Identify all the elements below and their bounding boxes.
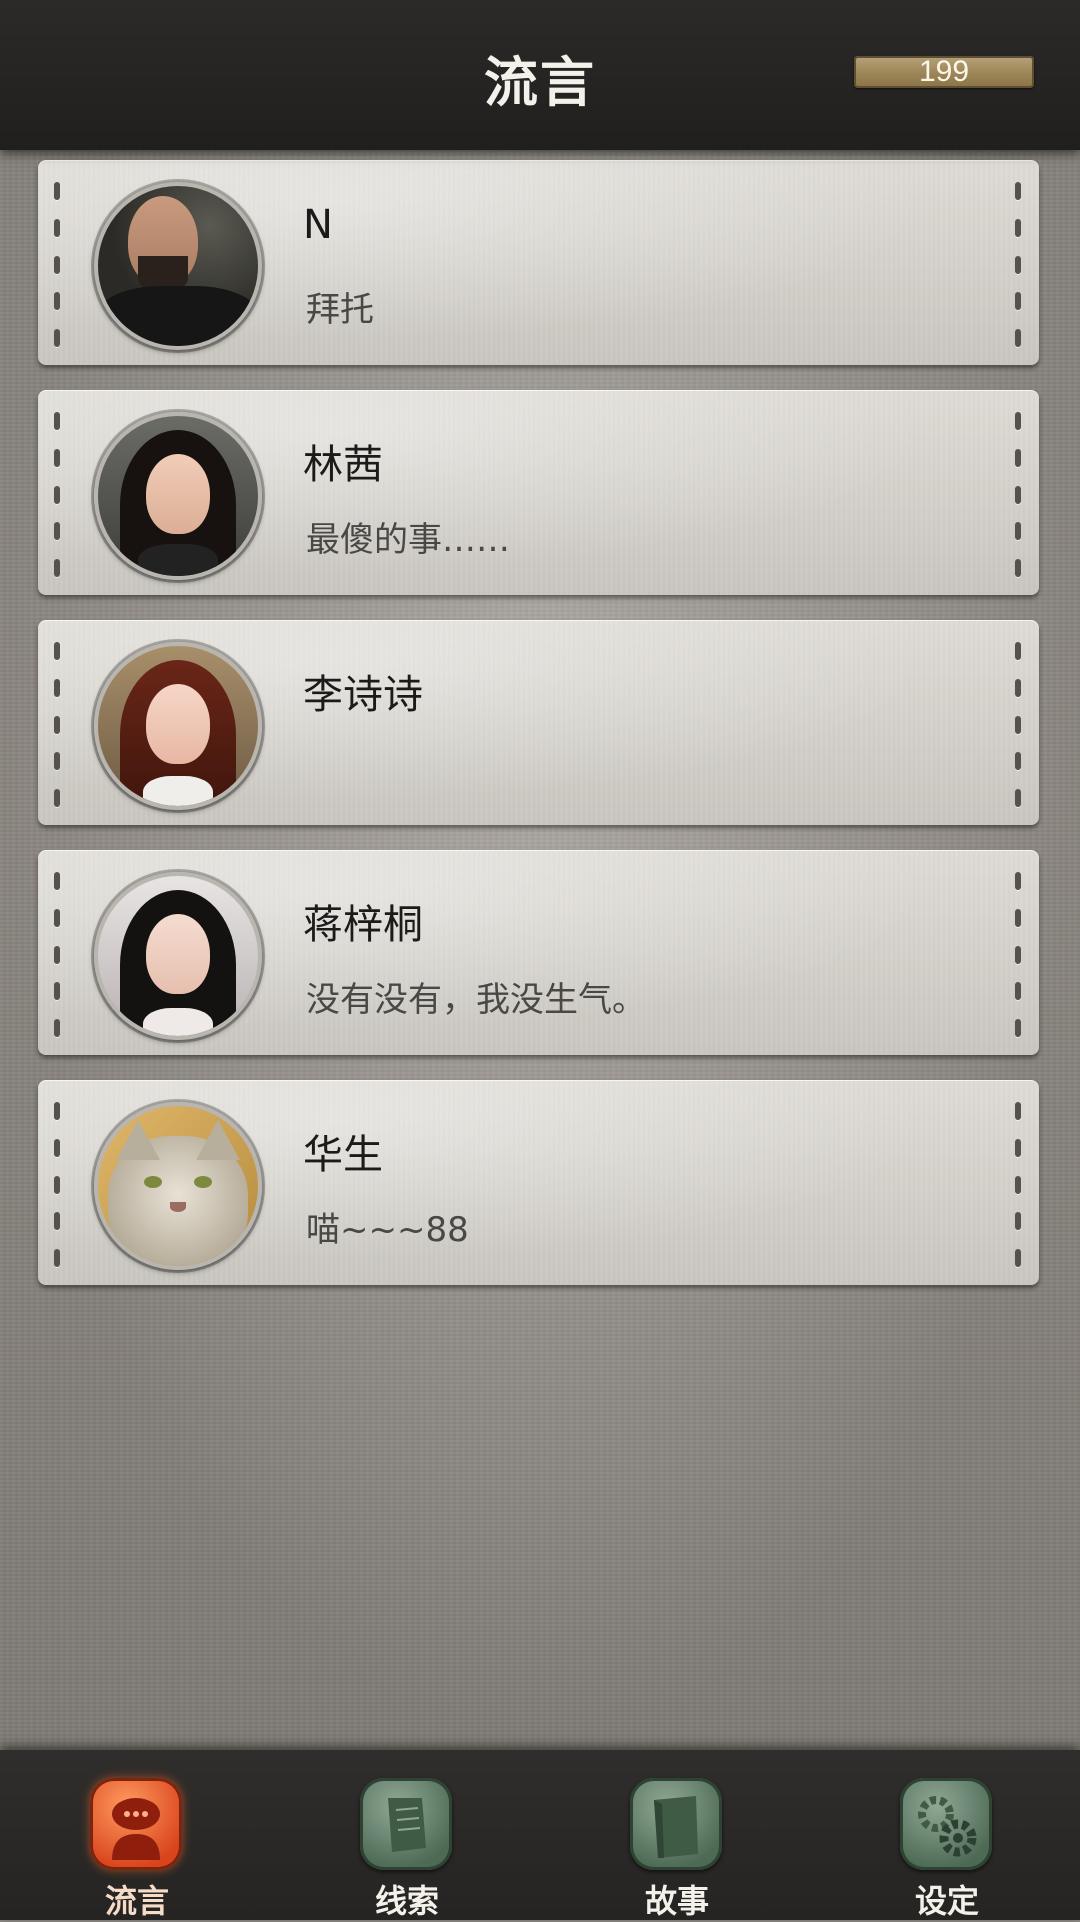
cat-avatar	[94, 1102, 262, 1270]
last-message: 喵~~~88	[306, 1210, 469, 1250]
tab-label: 流言	[104, 1882, 169, 1920]
man-avatar	[94, 182, 262, 350]
tab-label: 设定	[914, 1882, 979, 1920]
top-bar: 流言 199	[0, 0, 1080, 150]
conversation-list: N 拜托 林茜 最傻的事…… 李诗诗 蒋梓桐 没有没有，我没生气。 华生 喵~~…	[0, 0, 1080, 1920]
conversation-item-jiangzitong[interactable]: 蒋梓桐 没有没有，我没生气。	[38, 850, 1039, 1055]
stitch-decoration	[54, 412, 62, 577]
stitch-decoration	[54, 872, 62, 1037]
woman-avatar	[94, 642, 262, 810]
tab-label: 线索	[374, 1882, 439, 1920]
conversation-item-linxi[interactable]: 林茜 最傻的事……	[38, 390, 1039, 595]
tab-stories[interactable]: 故事	[618, 1778, 738, 1920]
contact-name: N	[303, 202, 333, 248]
stitch-decoration	[1015, 182, 1023, 347]
bottom-nav: 流言 线索 故事 设定	[0, 1750, 1080, 1920]
conversation-item-huasheng[interactable]: 华生 喵~~~88	[38, 1080, 1039, 1285]
contact-name: 蒋梓桐	[303, 902, 423, 948]
tab-settings[interactable]: 设定	[888, 1778, 1008, 1920]
last-message: 拜托	[306, 290, 374, 330]
tab-rumors[interactable]: 流言	[78, 1778, 198, 1920]
tab-clues[interactable]: 线索	[348, 1778, 468, 1920]
conversation-item-lishishi[interactable]: 李诗诗	[38, 620, 1039, 825]
stitch-decoration	[54, 1102, 62, 1267]
stitch-decoration	[1015, 872, 1023, 1037]
woman-avatar	[94, 412, 262, 580]
last-message: 没有没有，我没生气。	[306, 980, 646, 1020]
contact-name: 林茜	[303, 442, 383, 488]
conversation-item-n[interactable]: N 拜托	[38, 160, 1039, 365]
book-icon	[630, 1778, 722, 1870]
contact-name: 李诗诗	[303, 672, 423, 718]
tab-label: 故事	[644, 1882, 709, 1920]
stitch-decoration	[1015, 642, 1023, 807]
last-message: 最傻的事……	[306, 520, 510, 560]
stitch-decoration	[54, 642, 62, 807]
contact-name: 华生	[303, 1132, 383, 1178]
stitch-decoration	[1015, 1102, 1023, 1267]
gear-icon	[900, 1778, 992, 1870]
coin-counter: 199	[854, 56, 1034, 88]
stitch-decoration	[54, 182, 62, 347]
chat-bubble-icon	[90, 1778, 182, 1870]
woman-avatar	[94, 872, 262, 1040]
stitch-decoration	[1015, 412, 1023, 577]
scroll-icon	[360, 1778, 452, 1870]
